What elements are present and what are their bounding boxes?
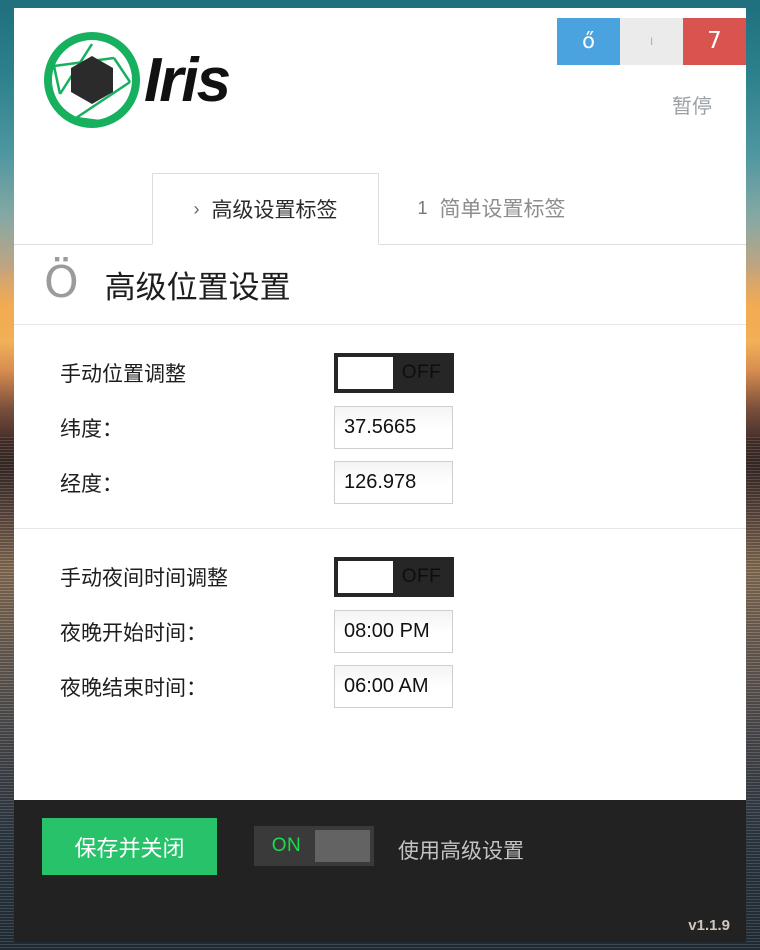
manual-night-label: 手动夜间时间调整 [60, 566, 228, 590]
night-time-settings-section: 手动夜间时间调整 OFF 夜晚开始时间： 夜晚结束时间： [14, 529, 746, 732]
app-header: ő ı 7 Iris 暂停 [14, 8, 746, 173]
app-footer: 保存并关闭 ON 使用高级设置 v1.1.9 [14, 800, 746, 942]
logo-wordmark: Iris [144, 45, 231, 115]
tab-simple-label: 简单设置标签 [439, 198, 566, 221]
minimize-icon: ı [649, 34, 654, 49]
tab-advanced-marker: › [193, 198, 200, 219]
night-end-label: 夜晚结束时间： [60, 676, 207, 700]
night-start-label: 夜晚开始时间： [60, 621, 207, 645]
toggle-knob [338, 356, 393, 389]
tab-simple-settings[interactable]: 1 简单设置标签 [379, 172, 604, 244]
save-and-close-button[interactable]: 保存并关闭 [42, 818, 217, 875]
night-end-row: 夜晚结束时间： [14, 659, 746, 714]
page-title: 高级位置设置 [104, 270, 291, 305]
longitude-label: 经度： [60, 472, 123, 496]
iris-app-window: ő ı 7 Iris 暂停 › 高级设置标签 1 简单设置标签 Ö 高级位置设置… [14, 8, 746, 942]
latitude-label: 纬度： [60, 417, 123, 441]
tab-advanced-settings[interactable]: › 高级设置标签 [152, 173, 379, 245]
manual-night-row: 手动夜间时间调整 OFF [14, 549, 746, 604]
location-settings-section: 手动位置调整 OFF 纬度： 经度： [14, 325, 746, 529]
use-advanced-settings-toggle[interactable]: ON [254, 826, 374, 866]
toggle-knob [338, 560, 393, 593]
page-title-row: Ö 高级位置设置 [14, 245, 746, 325]
iris-aperture-icon [44, 32, 140, 128]
latitude-input[interactable] [334, 406, 453, 449]
use-advanced-settings-state: ON [271, 835, 302, 856]
manual-location-toggle-state: OFF [401, 361, 442, 383]
night-end-input[interactable] [334, 665, 453, 708]
version-label: v1.1.9 [688, 917, 730, 934]
night-start-input[interactable] [334, 610, 453, 653]
tab-simple-marker: 1 [417, 197, 428, 218]
use-advanced-settings-label: 使用高级设置 [398, 840, 524, 863]
minimize-button[interactable]: ı [620, 18, 683, 65]
settings-button[interactable]: ő [557, 18, 620, 65]
manual-night-toggle-state: OFF [401, 565, 442, 587]
gear-icon: ő [582, 29, 595, 53]
manual-location-label: 手动位置调整 [60, 362, 186, 386]
pause-status-label: 暂停 [672, 96, 712, 118]
manual-location-row: 手动位置调整 OFF [14, 345, 746, 400]
tab-bar: › 高级设置标签 1 简单设置标签 [14, 173, 746, 245]
close-button[interactable]: 7 [683, 18, 746, 65]
tab-advanced-label: 高级设置标签 [211, 199, 338, 222]
app-logo: Iris [42, 30, 231, 130]
longitude-input[interactable] [334, 461, 453, 504]
toggle-knob [315, 830, 370, 862]
location-icon: Ö [44, 256, 79, 308]
window-controls: ő ı 7 [557, 18, 746, 65]
longitude-row: 经度： [14, 455, 746, 510]
manual-night-toggle[interactable]: OFF [334, 556, 454, 597]
manual-location-toggle[interactable]: OFF [334, 352, 454, 393]
close-icon: 7 [707, 28, 722, 54]
latitude-row: 纬度： [14, 400, 746, 455]
night-start-row: 夜晚开始时间： [14, 604, 746, 659]
